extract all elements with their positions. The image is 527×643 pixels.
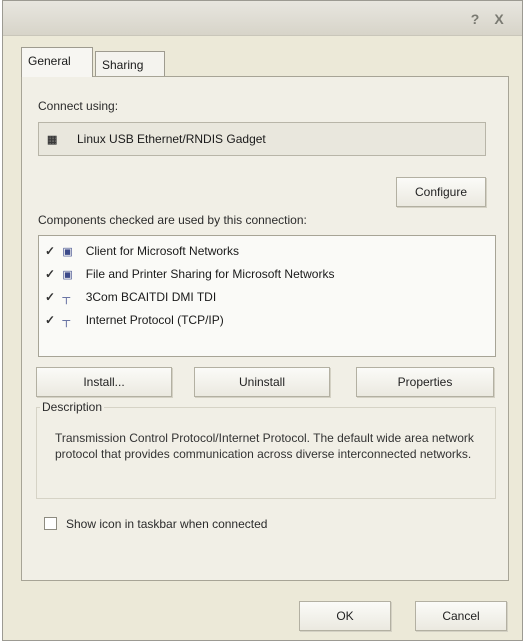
component-name: Client for Microsoft Networks — [85, 244, 240, 258]
network-client-icon: ▣ — [62, 246, 73, 258]
ok-button[interactable]: OK — [299, 601, 391, 631]
checkbox-checked-icon[interactable]: ✓ — [45, 286, 59, 308]
dialog-footer: OK Cancel — [3, 591, 522, 641]
list-item[interactable]: ✓ ▣ Client for Microsoft Networks — [45, 240, 239, 262]
components-label: Components checked are used by this conn… — [38, 213, 307, 227]
component-name: File and Printer Sharing for Microsoft N… — [85, 267, 335, 281]
checkbox-checked-icon[interactable]: ✓ — [45, 240, 59, 262]
close-button[interactable]: X — [490, 10, 508, 28]
uninstall-button[interactable]: Uninstall — [194, 367, 330, 397]
component-name: 3Com BCAITDI DMI TDI — [85, 290, 217, 304]
tab-sharing[interactable]: Sharing — [95, 51, 165, 77]
configure-button[interactable]: Configure — [396, 177, 486, 207]
description-text: Transmission Control Protocol/Internet P… — [55, 431, 474, 461]
properties-dialog: ? X General Sharing Connect using: ▦ Lin… — [2, 0, 523, 641]
adapter-field: ▦ Linux USB Ethernet/RNDIS Gadget — [38, 122, 486, 156]
taskbar-icon-label[interactable]: Show icon in taskbar when connected — [66, 517, 267, 531]
connect-using-label: Connect using: — [38, 99, 119, 113]
cancel-button[interactable]: Cancel — [415, 601, 507, 631]
description-group: Transmission Control Protocol/Internet P… — [36, 407, 496, 499]
tab-general[interactable]: General — [21, 47, 93, 77]
protocol-icon: ┬ — [62, 315, 71, 327]
help-button[interactable]: ? — [466, 10, 484, 28]
list-item[interactable]: ✓ ┬ Internet Protocol (TCP/IP) — [45, 309, 224, 331]
adapter-name: Linux USB Ethernet/RNDIS Gadget — [77, 132, 266, 146]
general-panel: Connect using: ▦ Linux USB Ethernet/RNDI… — [21, 76, 509, 581]
network-adapter-icon: ▦ — [47, 134, 58, 146]
install-button[interactable]: Install... — [36, 367, 172, 397]
list-item[interactable]: ✓ ▣ File and Printer Sharing for Microso… — [45, 263, 334, 285]
component-name: Internet Protocol (TCP/IP) — [85, 313, 224, 327]
description-label: Description — [40, 400, 105, 414]
checkbox-checked-icon[interactable]: ✓ — [45, 309, 59, 331]
properties-button[interactable]: Properties — [356, 367, 494, 397]
list-item[interactable]: ✓ ┬ 3Com BCAITDI DMI TDI — [45, 286, 216, 308]
title-bar[interactable]: ? X — [3, 1, 522, 36]
components-list[interactable]: ✓ ▣ Client for Microsoft Networks ✓ ▣ Fi… — [38, 235, 496, 357]
taskbar-icon-checkbox[interactable] — [44, 517, 57, 530]
checkbox-checked-icon[interactable]: ✓ — [45, 263, 59, 285]
file-sharing-icon: ▣ — [62, 269, 73, 281]
protocol-icon: ┬ — [62, 292, 71, 304]
